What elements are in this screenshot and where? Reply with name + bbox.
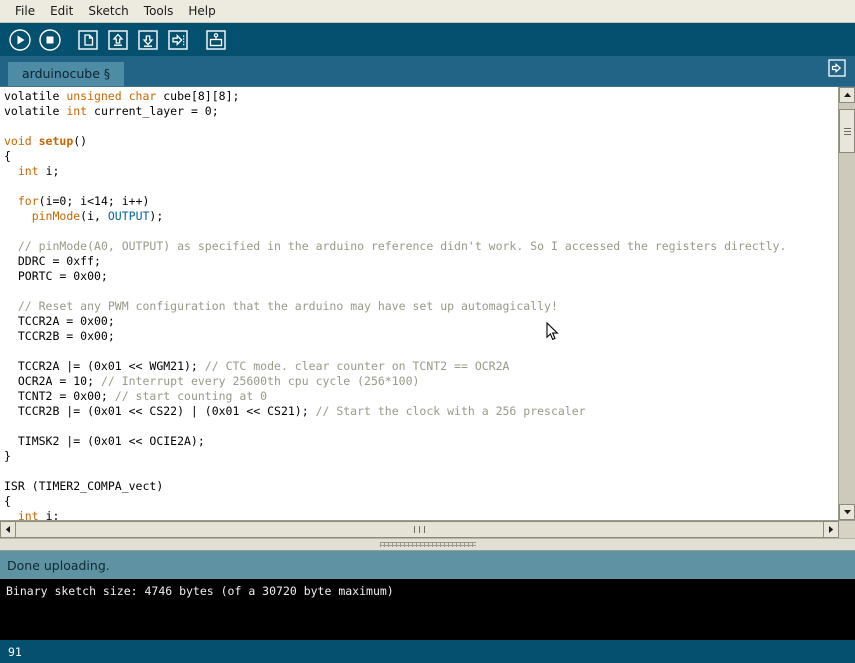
code-token: OCR2A = 10; xyxy=(4,374,101,388)
code-token: void xyxy=(4,134,39,148)
bottom-status-bar: 91 xyxy=(0,640,855,663)
code-token xyxy=(4,194,18,208)
scroll-left-button[interactable] xyxy=(0,521,16,538)
code-token: (i, xyxy=(80,209,108,223)
tab-bar: arduinocube § xyxy=(0,56,855,86)
code-token: i; xyxy=(39,164,60,178)
panel-splitter[interactable] xyxy=(0,538,855,551)
code-token: } xyxy=(4,449,11,463)
scroll-grip-icon xyxy=(844,126,851,137)
code-token: int xyxy=(66,104,87,118)
splitter-grip-icon xyxy=(380,542,476,547)
horizontal-scroll-track[interactable] xyxy=(16,521,823,538)
code-token: TCCR2A = 0x00; xyxy=(4,314,115,328)
stop-button[interactable] xyxy=(36,26,64,54)
editor-horizontal-scrollbar[interactable] xyxy=(0,520,855,538)
tab-menu-button[interactable] xyxy=(826,59,848,81)
line-number-indicator: 91 xyxy=(8,645,22,659)
new-button[interactable] xyxy=(74,26,102,54)
menu-edit[interactable]: Edit xyxy=(43,2,81,21)
verify-button[interactable] xyxy=(6,26,34,54)
upload-right-arrow-icon xyxy=(166,28,190,52)
code-token: TIMSK2 |= (0x01 << OCIE2A); xyxy=(4,434,205,448)
toolbar xyxy=(0,23,855,56)
menu-file[interactable]: File xyxy=(8,2,43,21)
code-token: for xyxy=(18,194,39,208)
code-token: ); xyxy=(149,209,163,223)
scrollbar-corner xyxy=(839,521,855,538)
code-token: volatile xyxy=(4,89,66,103)
menu-sketch[interactable]: Sketch xyxy=(81,2,136,21)
serial-monitor-button[interactable] xyxy=(202,26,230,54)
code-token: int xyxy=(18,164,39,178)
status-message: Done uploading. xyxy=(0,551,855,579)
code-token: cube[8][8]; xyxy=(156,89,239,103)
tab-menu-arrow-icon xyxy=(827,58,847,82)
new-document-icon xyxy=(76,28,100,52)
hscroll-grip-icon xyxy=(412,526,427,533)
open-button[interactable] xyxy=(104,26,132,54)
code-token: // Reset any PWM configuration that the … xyxy=(18,299,558,313)
scroll-down-button[interactable] xyxy=(839,504,855,520)
code-token: { xyxy=(4,149,11,163)
code-token: PORTC = 0x00; xyxy=(4,269,108,283)
vertical-scroll-track[interactable] xyxy=(839,103,855,504)
console-output[interactable]: Binary sketch size: 4746 bytes (of a 307… xyxy=(0,579,855,640)
menu-help[interactable]: Help xyxy=(181,2,223,21)
code-token: TCCR2B = 0x00; xyxy=(4,329,115,343)
code-token: unsigned char xyxy=(66,89,156,103)
code-token: // CTC mode. clear counter on TCNT2 == O… xyxy=(205,359,510,373)
code-token: // Start the clock with a 256 prescaler xyxy=(316,404,586,418)
arduino-ide-window: File Edit Sketch Tools Help xyxy=(0,0,855,663)
code-token: (i=0; i<14; i++) xyxy=(39,194,150,208)
code-editor[interactable]: volatile unsigned char cube[8][8]; volat… xyxy=(0,87,838,520)
code-token: i; xyxy=(39,509,60,520)
verify-play-icon xyxy=(8,28,32,52)
code-token: // start counting at 0 xyxy=(115,389,267,403)
code-token xyxy=(4,509,18,520)
chevron-right-icon xyxy=(828,525,834,534)
code-token: () xyxy=(73,134,87,148)
scroll-right-button[interactable] xyxy=(823,521,839,538)
editor-row: volatile unsigned char cube[8][8]; volat… xyxy=(0,87,855,520)
editor-panel: volatile unsigned char cube[8][8]; volat… xyxy=(0,86,855,538)
console-line: Binary sketch size: 4746 bytes (of a 307… xyxy=(6,584,849,599)
menu-bar: File Edit Sketch Tools Help xyxy=(0,0,855,23)
stop-square-icon xyxy=(38,28,62,52)
code-token: setup xyxy=(39,134,74,148)
code-text[interactable]: volatile unsigned char cube[8][8]; volat… xyxy=(4,89,838,520)
editor-vertical-scrollbar[interactable] xyxy=(838,87,855,520)
code-token xyxy=(4,239,18,253)
code-token: TCCR2A |= (0x01 << WGM21); xyxy=(4,359,205,373)
tab-arduinocube[interactable]: arduinocube § xyxy=(8,62,124,86)
chevron-left-icon xyxy=(5,525,11,534)
code-token: volatile xyxy=(4,104,66,118)
code-token: // pinMode(A0, OUTPUT) as specified in t… xyxy=(18,239,787,253)
code-token xyxy=(4,209,32,223)
code-token xyxy=(4,164,18,178)
code-token: int xyxy=(18,509,39,520)
code-token: { xyxy=(4,494,11,508)
code-token: TCNT2 = 0x00; xyxy=(4,389,115,403)
code-token: DDRC = 0xff; xyxy=(4,254,101,268)
save-down-arrow-icon xyxy=(136,28,160,52)
code-token: ISR (TIMER2_COMPA_vect) xyxy=(4,479,163,493)
chevron-up-icon xyxy=(843,92,852,98)
code-token xyxy=(4,299,18,313)
code-token: TCCR2B |= (0x01 << CS22) | (0x01 << CS21… xyxy=(4,404,316,418)
scroll-up-button[interactable] xyxy=(839,87,855,103)
menu-tools[interactable]: Tools xyxy=(137,2,182,21)
serial-monitor-icon xyxy=(204,28,228,52)
chevron-down-icon xyxy=(843,509,852,515)
code-token: OUTPUT xyxy=(108,209,150,223)
code-token: // Interrupt every 25600th cpu cycle (25… xyxy=(101,374,420,388)
code-token: pinMode xyxy=(32,209,80,223)
save-button[interactable] xyxy=(134,26,162,54)
vertical-scroll-thumb[interactable] xyxy=(839,109,855,153)
upload-button[interactable] xyxy=(164,26,192,54)
open-up-arrow-icon xyxy=(106,28,130,52)
code-token: current_layer = 0; xyxy=(87,104,219,118)
